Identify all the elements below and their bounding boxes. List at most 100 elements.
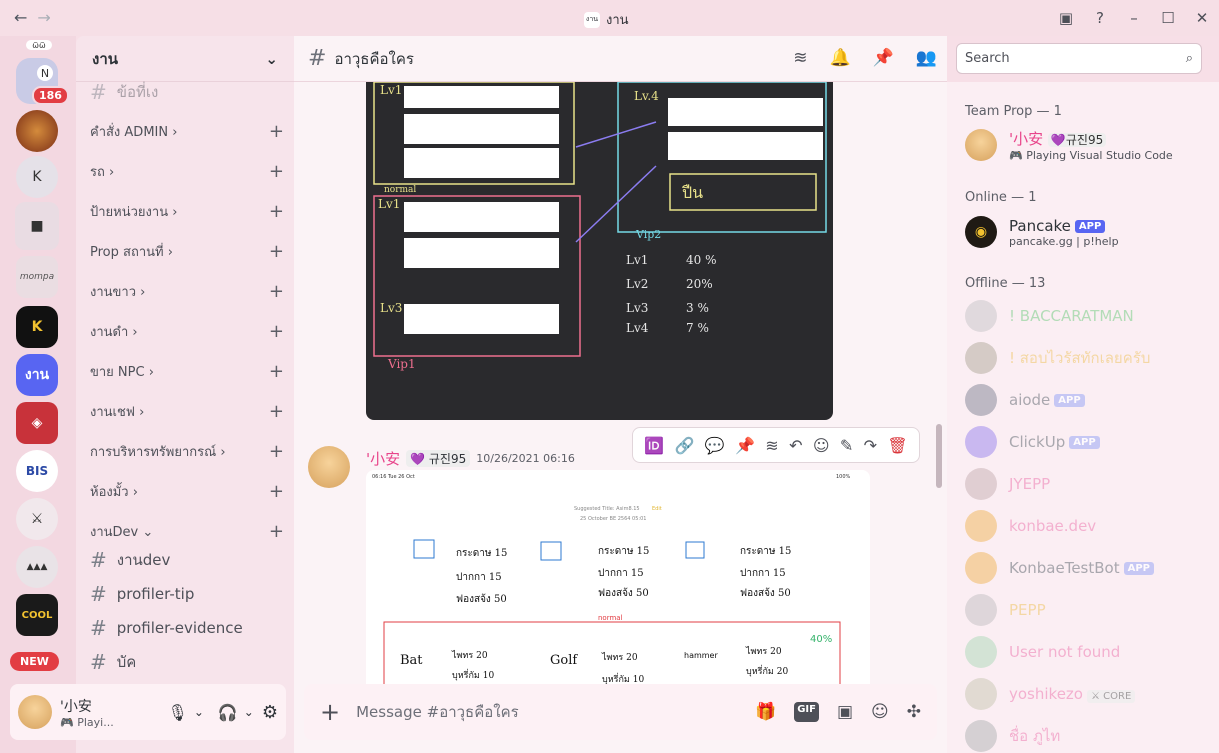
- guild-header[interactable]: งาน ⌄: [76, 36, 294, 82]
- channel-category[interactable]: Prop สถานที่ › +: [90, 241, 284, 262]
- server-item[interactable]: ▲▲▲: [16, 546, 58, 588]
- avatar[interactable]: [18, 695, 52, 729]
- add-channel-icon[interactable]: +: [269, 401, 284, 422]
- minimize-icon[interactable]: –: [1117, 9, 1151, 27]
- gift-icon[interactable]: 🎁: [755, 702, 776, 722]
- channel-item[interactable]: # profiler-evidence: [90, 616, 243, 640]
- server-k[interactable]: K: [16, 156, 58, 198]
- apps-icon[interactable]: ✣: [907, 702, 921, 722]
- attachment-image[interactable]: 06:16 Tue 26 Oct 100% Suggested Title: A…: [366, 470, 870, 690]
- reply-icon[interactable]: ↶: [789, 436, 802, 455]
- server-item[interactable]: [16, 110, 58, 152]
- server-item[interactable]: ◈: [16, 402, 58, 444]
- member-item[interactable]: ! BACCARATMAN: [965, 300, 1215, 332]
- link-icon[interactable]: 🔗: [674, 436, 694, 455]
- settings-gear-icon[interactable]: ⚙: [262, 702, 278, 723]
- chevron-icon: ›: [132, 325, 138, 340]
- channel-item[interactable]: # profiler-tip: [90, 582, 194, 606]
- member-item[interactable]: PEPP: [965, 594, 1215, 626]
- add-channel-icon[interactable]: +: [269, 161, 284, 182]
- channel-category[interactable]: ป้ายหน่วยงาน › +: [90, 201, 284, 222]
- member-item[interactable]: ClickUp APP: [965, 426, 1215, 458]
- member-item[interactable]: ! สอบไวรัสทักเลยครับ: [965, 342, 1215, 374]
- member-item[interactable]: aiode APP: [965, 384, 1215, 416]
- add-attachment-icon[interactable]: +: [320, 698, 340, 726]
- channel-category[interactable]: คำสั่ง ADMIN › +: [90, 121, 284, 142]
- member-item[interactable]: '小安 💜규진95 🎮 Playing Visual Studio Code: [965, 128, 1215, 162]
- server-item[interactable]: ⚔: [16, 498, 58, 540]
- channel-category[interactable]: งานดำ › +: [90, 321, 284, 342]
- channel-category[interactable]: รถ › +: [90, 161, 284, 182]
- back-arrow-icon[interactable]: ←: [14, 8, 27, 27]
- server-item[interactable]: BIS: [16, 450, 58, 492]
- microphone-icon[interactable]: 🎙: [168, 703, 188, 722]
- bell-icon[interactable]: 🔔: [829, 48, 850, 68]
- channel-category[interactable]: งานขาว › +: [90, 281, 284, 302]
- sticker-icon[interactable]: ▣: [837, 702, 853, 722]
- member-item[interactable]: JYEPP: [965, 468, 1215, 500]
- attachment-image[interactable]: Lv1 normal Lv1 Lv3 Lv.4 ปืน Vip1 Vip2 Lv…: [366, 82, 833, 420]
- server-item[interactable]: K: [16, 306, 58, 348]
- server-item[interactable]: mompa: [16, 256, 58, 298]
- add-channel-icon[interactable]: +: [269, 281, 284, 302]
- forward-icon[interactable]: ↷: [864, 436, 877, 455]
- channel-item[interactable]: # บัค: [90, 650, 136, 674]
- server-item[interactable]: COOL: [16, 594, 58, 636]
- add-channel-icon[interactable]: +: [269, 321, 284, 342]
- forward-arrow-icon[interactable]: →: [37, 8, 50, 27]
- channel-category[interactable]: การบริหารทรัพยากรณ์ › +: [90, 441, 284, 462]
- message-author[interactable]: '小安: [366, 448, 400, 469]
- chevron-down-icon: ⌄: [265, 49, 278, 68]
- server-item[interactable]: ѿѿ: [26, 40, 52, 50]
- add-channel-icon[interactable]: +: [269, 521, 284, 542]
- message-input[interactable]: Message #อาวุธคือใคร: [356, 700, 755, 724]
- folder-icon[interactable]: ■: [15, 202, 59, 250]
- new-badge[interactable]: NEW: [10, 652, 59, 671]
- channel-category[interactable]: ห้องมั้ว › +: [90, 481, 284, 502]
- pin-icon[interactable]: 📌: [873, 48, 894, 68]
- search-input[interactable]: Search ⌕: [956, 43, 1202, 74]
- hash-icon: #: [90, 548, 107, 572]
- chevron-down-icon[interactable]: ⌄: [244, 705, 254, 719]
- trash-icon[interactable]: 🗑: [887, 436, 907, 455]
- member-item[interactable]: KonbaeTestBot APP: [965, 552, 1215, 584]
- help-icon[interactable]: ?: [1083, 9, 1117, 27]
- id-icon[interactable]: 🆔: [644, 436, 664, 455]
- channel-item[interactable]: # งานdev: [90, 548, 170, 572]
- channel-name: อาวุธคือใคร: [334, 49, 414, 68]
- maximize-icon[interactable]: ☐: [1151, 9, 1185, 27]
- emoji-icon[interactable]: ☺: [813, 436, 830, 455]
- member-item[interactable]: User not found: [965, 636, 1215, 668]
- avatar[interactable]: [308, 446, 350, 488]
- server-active[interactable]: งาน: [16, 354, 58, 396]
- add-channel-icon[interactable]: +: [269, 121, 284, 142]
- add-channel-icon[interactable]: +: [269, 241, 284, 262]
- member-item[interactable]: yoshikezo ⚔ CORE: [965, 678, 1215, 710]
- add-channel-icon[interactable]: +: [269, 481, 284, 502]
- channel-item[interactable]: # ข้อที่เง: [90, 80, 158, 104]
- add-channel-icon[interactable]: +: [269, 361, 284, 382]
- member-item[interactable]: ◉ Pancake APP pancake.gg | p!help: [965, 216, 1215, 248]
- channel-category[interactable]: ขาย NPC › +: [90, 361, 284, 382]
- inbox-icon[interactable]: ▣: [1049, 9, 1083, 27]
- chevron-icon: ›: [220, 445, 226, 460]
- channel-category[interactable]: งานDev ⌄ +: [90, 521, 284, 542]
- gif-icon[interactable]: GIF: [794, 702, 819, 722]
- member-item[interactable]: ชื่อ ภูไท: [965, 720, 1215, 752]
- chevron-down-icon[interactable]: ⌄: [194, 705, 204, 719]
- close-icon[interactable]: ✕: [1185, 9, 1219, 27]
- members-icon[interactable]: 👥: [916, 48, 937, 68]
- pin-icon[interactable]: 📌: [735, 436, 755, 455]
- scrollbar[interactable]: [936, 424, 942, 488]
- add-channel-icon[interactable]: +: [269, 201, 284, 222]
- threads-icon[interactable]: ≋: [765, 436, 778, 455]
- channel-category[interactable]: งานเชฟ › +: [90, 401, 284, 422]
- threads-icon[interactable]: ≋: [793, 48, 807, 68]
- headphones-icon[interactable]: 🎧: [218, 703, 238, 722]
- member-item[interactable]: konbae.dev: [965, 510, 1215, 542]
- member-group-header: Online — 1: [965, 190, 1037, 205]
- emoji-icon[interactable]: ☺: [871, 702, 889, 722]
- edit-pencil-icon[interactable]: ✎: [840, 436, 853, 455]
- add-channel-icon[interactable]: +: [269, 441, 284, 462]
- thread-icon[interactable]: 💬: [705, 436, 725, 455]
